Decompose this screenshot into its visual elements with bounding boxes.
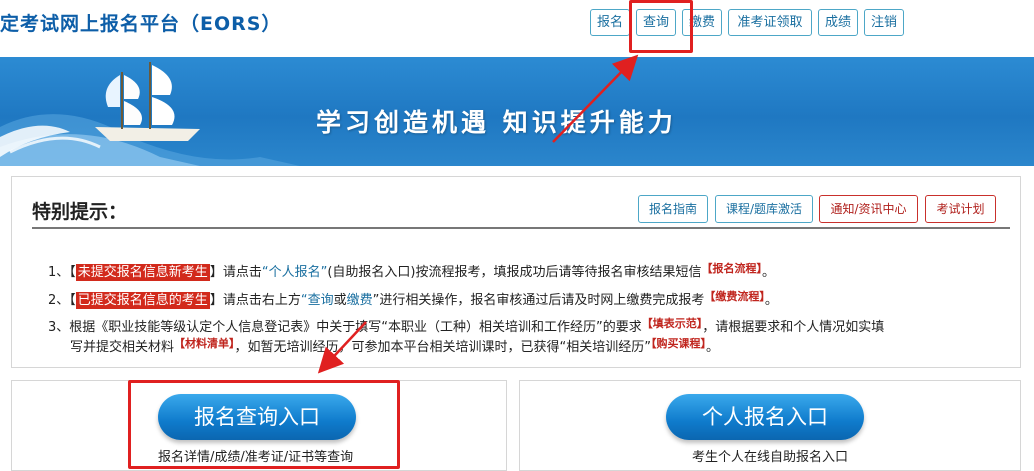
notice-panel: 特别提示： 报名指南 课程/题库激活 通知/资讯中心 考试计划 1、【 未提交报名… (11, 176, 1021, 368)
pay-link[interactable]: 缴费 (347, 293, 373, 308)
item-end: 。 (761, 265, 775, 280)
item-text: ，如暂无培训经历，可参加本平台相关培训课时，已获得“相关培训经历” (234, 340, 651, 355)
nav-admission-ticket-button[interactable]: 准考证领取 (728, 9, 812, 36)
bracket: 【 (69, 265, 76, 280)
top-header: 定考试网上报名平台（EORS） 报名 查询 缴费 准考证领取 成绩 注销 (0, 0, 1034, 52)
notice-item-2: 2、【 已提交报名信息的考生 】请点击右上方“查询或缴费”进行相关操作，报名审核通过… (48, 289, 778, 309)
materials-list-link[interactable]: 【材料清单】 (174, 337, 235, 350)
item-number: 3、 (48, 320, 70, 335)
banner-slogan: 学习创造机遇 知识提升能力 (316, 108, 677, 137)
notice-item-1: 1、【 未提交报名信息新考生 】请点击“个人报名”(自助报名入口)按流程报考，填报成… (48, 261, 775, 281)
news-center-button[interactable]: 通知/资讯中心 (819, 195, 918, 223)
item-text: (自助报名入口)按流程报考，填报成功后请等待报名审核结果短信 (327, 265, 702, 280)
exam-plan-button[interactable]: 考试计划 (925, 195, 996, 223)
query-link[interactable]: “查询 (301, 293, 334, 308)
notice-item-3-cont: 写并提交相关材料【材料清单】，如暂无培训经历，可参加本平台相关培训课时，已获得“… (70, 336, 719, 355)
notice-divider (32, 227, 1010, 229)
nav-register-button[interactable]: 报名 (590, 9, 630, 36)
item-text: ，请根据要求和个人情况如实填 (702, 320, 885, 335)
item-text: 请点击 (222, 265, 262, 280)
notice-item-3: 3、根据《职业技能等级认定个人信息登记表》中关于填写“本职业（工种）相关培训和工… (48, 316, 884, 335)
bracket: 】 (209, 293, 223, 308)
bracket: 【 (69, 293, 76, 308)
hero-banner: 学习创造机遇 知识提升能力 (0, 57, 1034, 166)
item-text: 或 (333, 293, 347, 308)
item-end: 。 (706, 340, 720, 355)
annotation-box-query-nav (629, 0, 693, 53)
item-text: 根据《职业技能等级认定个人信息登记表》中关于填写“本职业（工种）相关培训和工作经… (69, 320, 642, 335)
item-text: 请点击右上方 (222, 293, 301, 308)
form-example-link[interactable]: 【填表示范】 (642, 317, 703, 330)
notice-title: 特别提示： (32, 201, 128, 223)
nav-score-button[interactable]: 成绩 (818, 9, 858, 36)
register-entry-button[interactable]: 个人报名入口 (666, 394, 864, 440)
item-text: ”进行相关操作，报名审核通过后请及时网上缴费完成报考 (372, 293, 705, 308)
buy-course-link[interactable]: 【购买课程】 (651, 337, 706, 350)
nav-logout-button[interactable]: 注销 (864, 9, 904, 36)
item-text: 写并提交相关材料 (70, 340, 175, 355)
item-number: 1、 (48, 265, 70, 280)
payment-process-link[interactable]: 【缴费流程】 (704, 290, 765, 303)
registration-process-link[interactable]: 【报名流程】 (701, 262, 762, 275)
annotation-box-query-entry (128, 380, 400, 469)
course-activation-button[interactable]: 课程/题库激活 (715, 195, 813, 223)
register-entry-panel: 个人报名入口 考生个人在线自助报名入口 (519, 380, 1021, 471)
page: 定考试网上报名平台（EORS） 报名 查询 缴费 准考证领取 成绩 注销 学习创… (0, 0, 1034, 471)
personal-register-link[interactable]: “个人报名” (262, 265, 327, 280)
item-end: 。 (764, 293, 778, 308)
ship-illustration (0, 62, 300, 166)
site-title: 定考试网上报名平台（EORS） (0, 13, 282, 35)
new-candidate-highlight: 未提交报名信息新考生 (75, 264, 210, 281)
submitted-candidate-highlight: 已提交报名信息的考生 (75, 292, 210, 309)
bracket: 】 (209, 265, 223, 280)
item-number: 2、 (48, 293, 70, 308)
registration-guide-button[interactable]: 报名指南 (638, 195, 708, 223)
register-entry-desc: 考生个人在线自助报名入口 (692, 450, 849, 465)
